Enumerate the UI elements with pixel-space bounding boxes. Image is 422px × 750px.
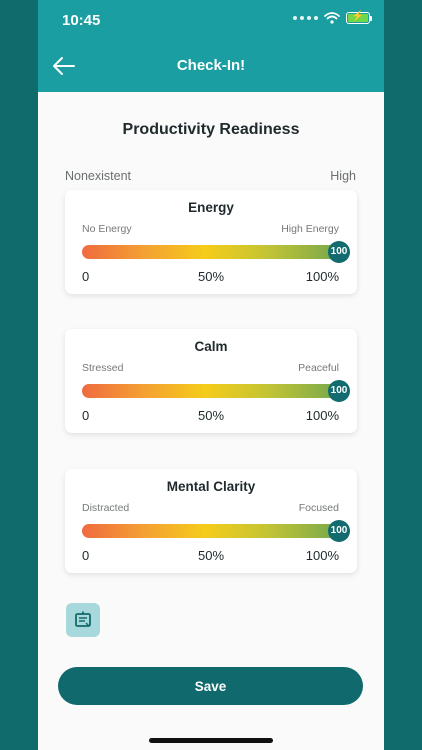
tick-max: 100% xyxy=(305,269,339,284)
tick-max: 100% xyxy=(305,408,339,423)
mental-clarity-card: Mental Clarity Distracted Focused 100 0 … xyxy=(65,469,357,573)
tick-max: 100% xyxy=(305,548,339,563)
slider-thumb[interactable]: 100 xyxy=(328,380,350,402)
slider-min-label: No Energy xyxy=(82,223,132,235)
slider-min-label: Stressed xyxy=(82,362,124,374)
wifi-icon xyxy=(324,12,340,24)
add-note-button[interactable] xyxy=(66,603,100,637)
status-icons: ⚡ xyxy=(293,11,372,24)
calm-slider[interactable]: 100 xyxy=(82,380,350,402)
notepad-icon xyxy=(75,611,91,627)
signal-icon xyxy=(293,16,318,20)
battery-icon: ⚡ xyxy=(346,11,372,24)
card-title: Energy xyxy=(188,200,234,215)
home-indicator xyxy=(149,738,273,743)
card-title: Mental Clarity xyxy=(166,479,256,494)
app-header: 10:45 ⚡ Check-In! xyxy=(38,0,384,92)
slider-min-label: Distracted xyxy=(82,502,130,514)
slider-thumb[interactable]: 100 xyxy=(328,520,350,542)
slider-thumb[interactable]: 100 xyxy=(328,241,350,263)
slider-max-label: Focused xyxy=(298,502,339,514)
card-title: Calm xyxy=(194,339,228,354)
slider-max-label: High Energy xyxy=(281,223,339,235)
mental-clarity-slider[interactable]: 100 xyxy=(82,520,350,542)
page-title: Productivity Readiness xyxy=(122,121,300,138)
energy-slider[interactable]: 100 xyxy=(82,241,350,263)
status-time: 10:45 xyxy=(62,12,101,29)
save-button[interactable]: Save xyxy=(58,667,363,705)
scale-min-label: Nonexistent xyxy=(65,169,132,183)
slider-max-label: Peaceful xyxy=(298,362,339,374)
phone-screen: 10:45 ⚡ Check-In! Productivity Readiness… xyxy=(38,0,384,750)
energy-card: Energy No Energy High Energy 100 0 50% 1… xyxy=(65,190,357,294)
calm-card: Calm Stressed Peaceful 100 0 50% 100% xyxy=(65,329,357,433)
header-title: Check-In! xyxy=(176,57,246,74)
scale-max-label: High xyxy=(330,169,356,183)
